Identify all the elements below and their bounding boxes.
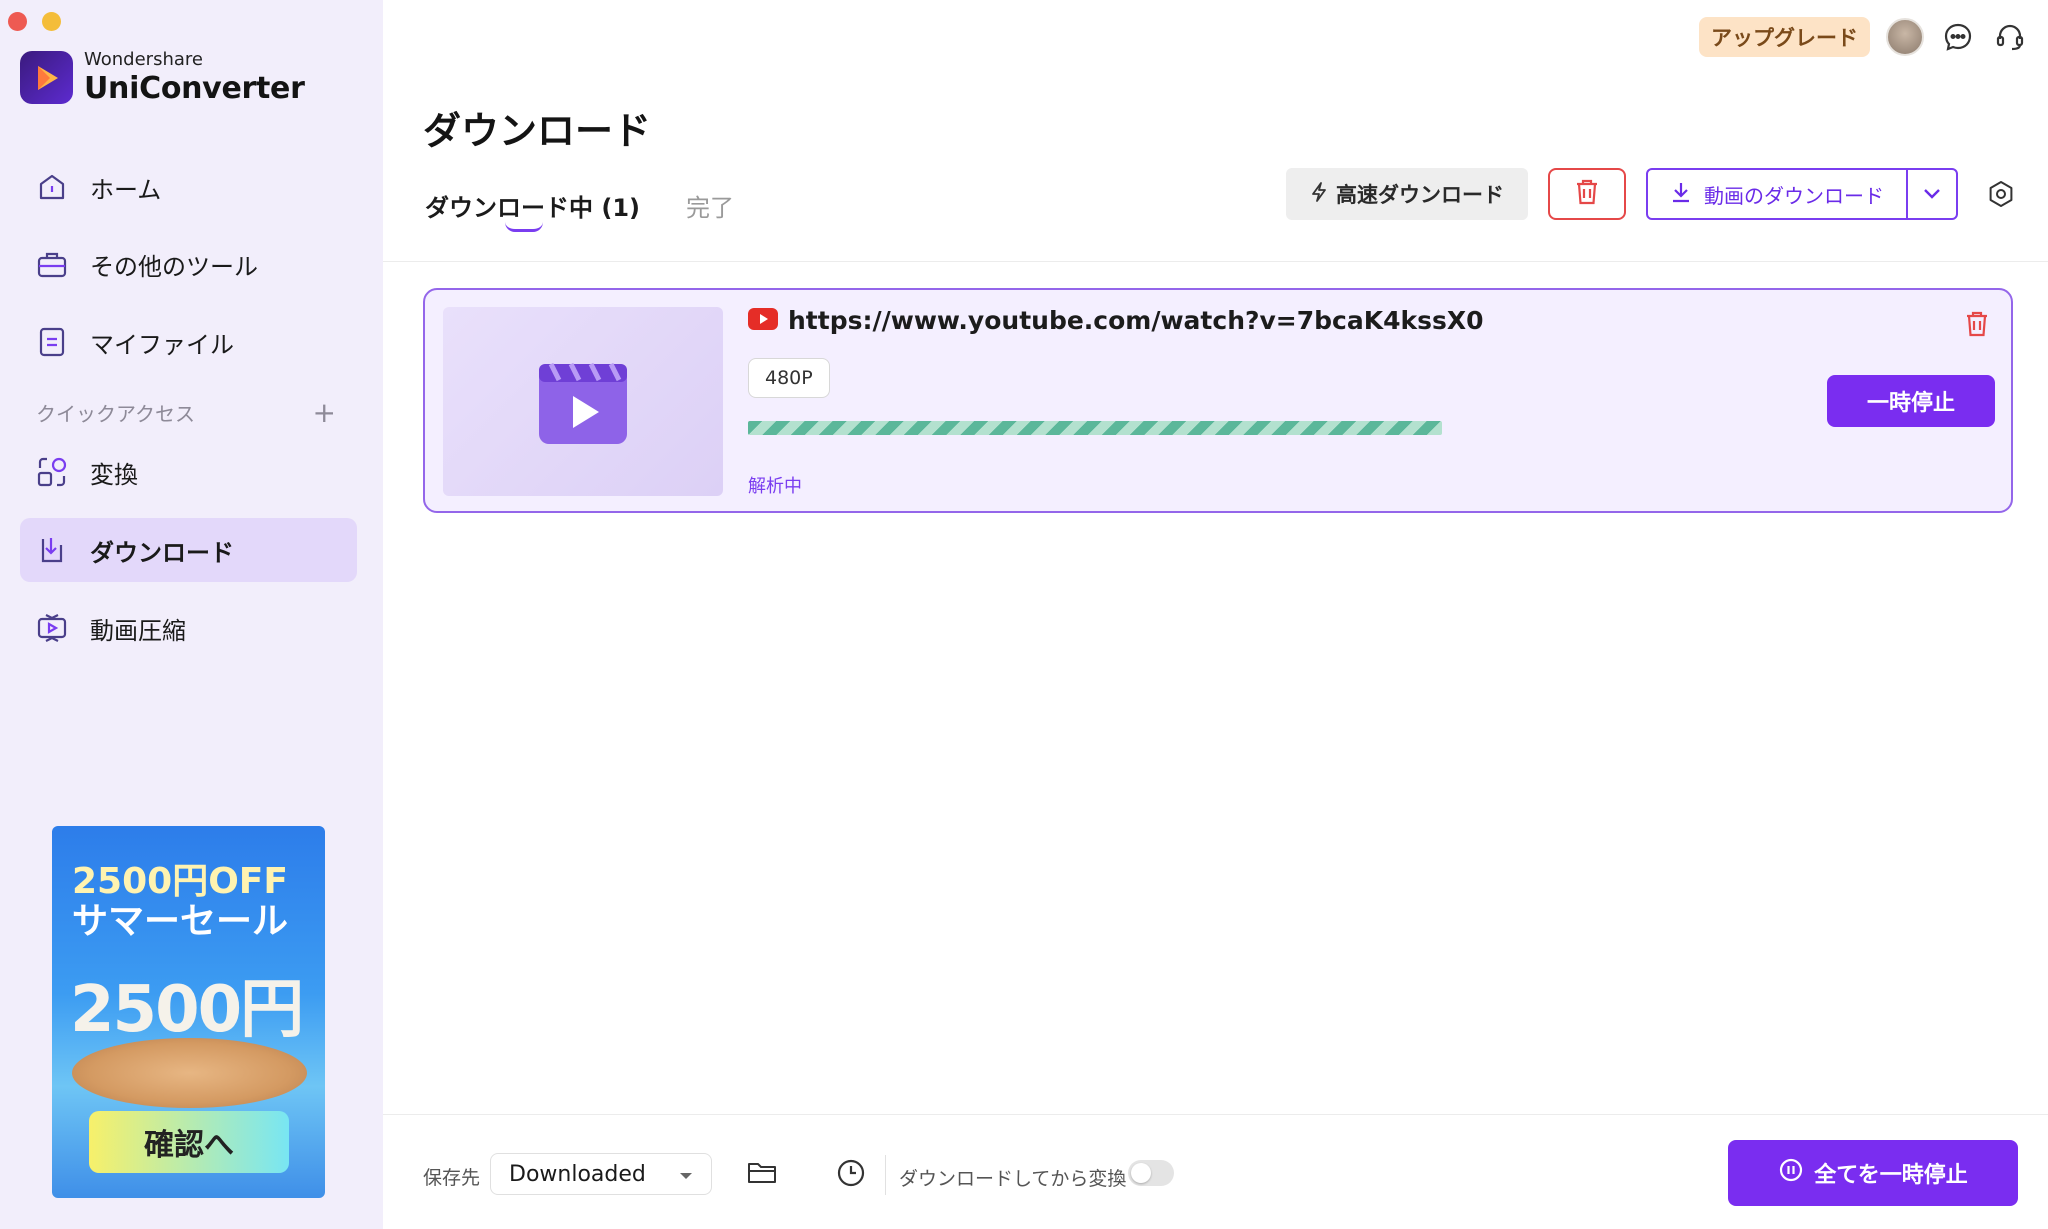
file-icon bbox=[35, 325, 69, 359]
delete-all-button[interactable] bbox=[1548, 168, 1626, 220]
upgrade-button[interactable]: アップグレード bbox=[1699, 17, 1870, 57]
schedule-clock-icon[interactable] bbox=[835, 1157, 869, 1191]
sidebar-item-label: マイファイル bbox=[90, 330, 234, 359]
convert-icon bbox=[35, 455, 69, 489]
compress-icon bbox=[35, 611, 69, 645]
sidebar-item-download[interactable]: ダウンロード bbox=[20, 518, 357, 582]
tab-completed[interactable]: 完了 bbox=[686, 188, 734, 223]
fast-download-label: 高速ダウンロード bbox=[1336, 183, 1504, 207]
convert-after-download-toggle[interactable] bbox=[1128, 1160, 1174, 1186]
promo-amount: 2500円 bbox=[70, 973, 304, 1047]
sidebar: Wondershare UniConverter ホーム その他のツール マイフ… bbox=[0, 0, 383, 1229]
uniconverter-logo-icon bbox=[20, 51, 73, 104]
top-bar: アップグレード bbox=[1699, 17, 2028, 57]
fast-download-button[interactable]: 高速ダウンロード bbox=[1286, 168, 1528, 220]
brand-company: Wondershare bbox=[84, 49, 203, 70]
video-source-row: https://www.youtube.com/watch?v=7bcaK4ks… bbox=[748, 306, 1484, 335]
bottom-bar: 保存先 Downloaded ダウンロードしてから変換 全てを一時停止 bbox=[383, 1114, 2048, 1229]
save-location-label: 保存先 bbox=[423, 1167, 481, 1189]
quality-badge: 480P bbox=[748, 358, 830, 398]
home-icon bbox=[35, 170, 69, 204]
header-divider bbox=[383, 261, 2048, 262]
brand: Wondershare UniConverter bbox=[20, 51, 305, 104]
avatar[interactable] bbox=[1886, 18, 1924, 56]
tab-label: ダウンロード中 (1) bbox=[425, 194, 640, 222]
promo-sale-title: サマーセール bbox=[72, 901, 289, 942]
download-video-button[interactable]: 動画のダウンロード bbox=[1648, 170, 1906, 218]
trash-icon bbox=[1574, 178, 1600, 210]
folder-icon[interactable] bbox=[746, 1157, 780, 1191]
download-progress-bar bbox=[748, 421, 1442, 435]
sidebar-item-label: 変換 bbox=[90, 460, 138, 489]
quick-access-label: クイックアクセス bbox=[36, 402, 195, 426]
sidebar-item-home[interactable]: ホーム bbox=[20, 155, 357, 219]
toolbox-icon bbox=[35, 247, 69, 281]
download-video-split-button: 動画のダウンロード bbox=[1646, 168, 1958, 220]
save-location-value: Downloaded bbox=[509, 1161, 646, 1187]
pause-task-button[interactable]: 一時停止 bbox=[1827, 375, 1995, 427]
pause-circle-icon bbox=[1778, 1157, 1804, 1189]
quick-access-header: クイックアクセス + bbox=[36, 398, 336, 427]
download-video-label: 動画のダウンロード bbox=[1704, 183, 1884, 208]
sidebar-item-label: 動画圧縮 bbox=[90, 616, 186, 645]
add-quick-access-button[interactable]: + bbox=[313, 398, 336, 427]
video-thumbnail bbox=[443, 307, 723, 496]
page-title: ダウンロード bbox=[423, 109, 652, 153]
brand-name: UniConverter bbox=[84, 71, 305, 106]
main-content: アップグレード ダウンロード ダウンロード中 (1) 完了 高速ダウンロード 動… bbox=[383, 0, 2048, 1229]
download-task-card: https://www.youtube.com/watch?v=7bcaK4ks… bbox=[423, 288, 2013, 513]
delete-task-button[interactable] bbox=[1961, 310, 1993, 342]
sidebar-item-convert[interactable]: 変換 bbox=[20, 440, 357, 504]
window-controls bbox=[8, 12, 61, 31]
sidebar-item-my-files[interactable]: マイファイル bbox=[20, 310, 357, 374]
headset-support-icon[interactable] bbox=[1992, 19, 2028, 55]
sidebar-item-label: ホーム bbox=[90, 175, 162, 204]
task-status: 解析中 bbox=[748, 476, 802, 497]
trash-icon bbox=[1964, 310, 1990, 342]
promo-banner[interactable]: 2500円OFF サマーセール 2500円 確認へ bbox=[52, 826, 325, 1198]
active-tab-indicator bbox=[505, 222, 543, 232]
bottom-divider bbox=[885, 1155, 886, 1195]
minimize-window-button[interactable] bbox=[42, 12, 61, 31]
chevron-down-icon bbox=[1922, 185, 1942, 204]
pause-all-label: 全てを一時停止 bbox=[1814, 1163, 1968, 1188]
pause-all-button[interactable]: 全てを一時停止 bbox=[1728, 1140, 2018, 1206]
tab-downloading[interactable]: ダウンロード中 (1) bbox=[425, 188, 640, 232]
video-clapper-icon bbox=[533, 350, 633, 454]
convert-after-download-label: ダウンロードしてから変換 bbox=[899, 1168, 1127, 1190]
settings-icon[interactable] bbox=[1984, 177, 2018, 211]
sidebar-item-label: ダウンロード bbox=[90, 538, 234, 567]
promo-confirm-button[interactable]: 確認へ bbox=[89, 1111, 289, 1173]
download-toolbar: 高速ダウンロード 動画のダウンロード bbox=[1286, 168, 2018, 220]
download-icon bbox=[35, 533, 69, 567]
lightning-icon bbox=[1310, 181, 1328, 208]
save-location-select[interactable]: Downloaded bbox=[490, 1153, 712, 1195]
app-window: Wondershare UniConverter ホーム その他のツール マイフ… bbox=[0, 0, 2048, 1229]
download-arrow-icon bbox=[1670, 180, 1692, 209]
youtube-icon bbox=[748, 307, 778, 334]
chat-icon[interactable] bbox=[1940, 19, 1976, 55]
download-tabs: ダウンロード中 (1) 完了 bbox=[425, 188, 734, 232]
download-options-dropdown[interactable] bbox=[1906, 170, 1956, 218]
sidebar-item-label: その他のツール bbox=[90, 252, 258, 281]
video-url: https://www.youtube.com/watch?v=7bcaK4ks… bbox=[788, 306, 1484, 335]
sidebar-item-other-tools[interactable]: その他のツール bbox=[20, 232, 357, 296]
close-window-button[interactable] bbox=[8, 12, 27, 31]
toggle-knob bbox=[1131, 1163, 1151, 1183]
sidebar-item-compress[interactable]: 動画圧縮 bbox=[20, 596, 357, 660]
caret-down-icon bbox=[679, 1162, 693, 1187]
